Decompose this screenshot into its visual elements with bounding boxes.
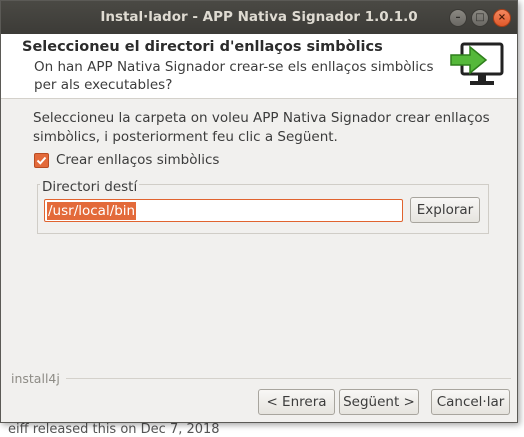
destination-directory-value: /usr/local/bin [47, 201, 137, 220]
install-arrow-monitor-icon [450, 42, 504, 85]
background-text-fragment: eiff released this on Dec 7, 2018 [8, 422, 220, 437]
destination-directory-field[interactable]: /usr/local/bin [44, 199, 403, 222]
minimize-button[interactable]: – [449, 9, 467, 27]
create-symlinks-checkbox[interactable] [34, 152, 49, 168]
back-button[interactable]: < Enrera [258, 389, 335, 415]
install4j-brand: install4j [11, 371, 60, 386]
cancel-button[interactable]: Cancel·lar [431, 389, 510, 415]
separator-line [65, 378, 511, 379]
window-title: Instal·lador - APP Nativa Signador 1.0.1… [100, 9, 418, 25]
instructions-text: Seleccioneu la carpeta on voleu APP Nati… [33, 110, 490, 145]
next-button[interactable]: Següent > [339, 389, 419, 415]
maximize-button[interactable]: □ [471, 9, 489, 27]
page-title: Seleccioneu el directori d'enllaços simb… [22, 39, 383, 55]
close-button[interactable]: × [493, 9, 511, 27]
destination-directory-legend: Directori destí [40, 179, 140, 195]
installer-dialog: Instal·lador - APP Nativa Signador 1.0.1… [0, 0, 518, 423]
checkmark-icon [36, 156, 47, 165]
browse-button[interactable]: Explorar [410, 197, 480, 223]
create-symlinks-label[interactable]: Crear enllaços simbòlics [56, 152, 219, 168]
window-controls: – □ × [449, 9, 511, 27]
page-subtitle: On han APP Nativa Signador crear-se els … [34, 59, 434, 93]
title-bar[interactable]: Instal·lador - APP Nativa Signador 1.0.1… [1, 1, 517, 35]
footer-separator: install4j [1, 371, 517, 386]
create-symlinks-option[interactable]: Crear enllaços simbòlics [34, 152, 219, 168]
wizard-content: Seleccioneu la carpeta on voleu APP Nati… [1, 99, 517, 422]
destination-directory-group: Directori destí /usr/local/bin Explorar [37, 179, 489, 234]
wizard-header: Seleccioneu el directori d'enllaços simb… [1, 34, 517, 99]
